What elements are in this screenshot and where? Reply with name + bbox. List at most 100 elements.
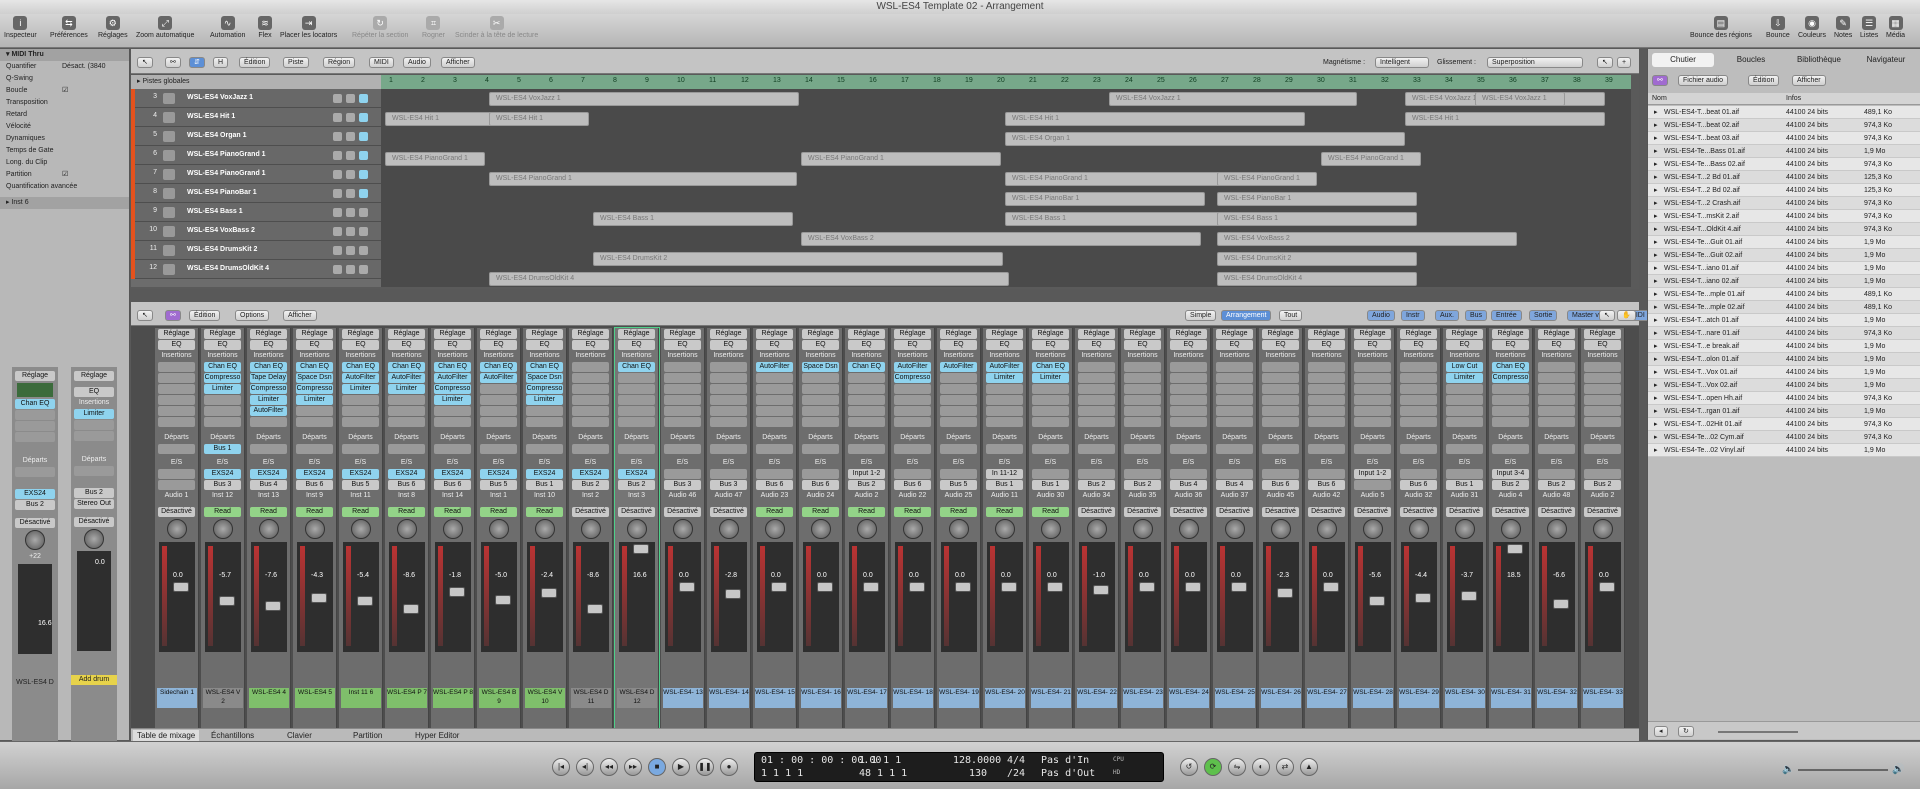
channel-automation[interactable]: Désactivé bbox=[618, 507, 655, 517]
channel-automation[interactable]: Read bbox=[526, 507, 563, 517]
track-header[interactable]: 5 WSL-ES4 Organ 1 bbox=[131, 127, 381, 146]
track-mute-button[interactable] bbox=[333, 151, 342, 160]
bin-file-row[interactable]: ▸ WSL-ES4-Te...Guit 01.aif 44100 24 bits 1,… bbox=[1648, 236, 1920, 249]
channel-input-empty[interactable] bbox=[1538, 469, 1575, 479]
channel-insert-empty[interactable] bbox=[1492, 384, 1529, 394]
channel-eq-button[interactable]: EQ bbox=[940, 340, 977, 350]
file-disclosure-icon[interactable]: ▸ bbox=[1654, 340, 1658, 353]
lists-button[interactable]: ☰ Listes bbox=[1860, 16, 1878, 39]
channel-insert-empty[interactable] bbox=[1124, 406, 1161, 416]
channel-input-empty[interactable] bbox=[940, 469, 977, 479]
bin-file-row[interactable]: ▸ WSL-ES4-T...iano 02.aif 44100 24 bits 1,9… bbox=[1648, 275, 1920, 288]
channel-setting-button[interactable]: Réglage bbox=[802, 329, 839, 339]
track-record-button[interactable] bbox=[359, 170, 368, 179]
channel-insert-empty[interactable] bbox=[388, 406, 425, 416]
channel-pan-knob[interactable] bbox=[212, 519, 233, 539]
channel-insert-empty[interactable] bbox=[1262, 395, 1299, 405]
channel-automation[interactable]: Désactivé bbox=[664, 507, 701, 517]
channel-output[interactable]: Bus 2 bbox=[1492, 480, 1529, 490]
channel-insert[interactable]: Space Dsn bbox=[526, 373, 563, 383]
channel-insert[interactable]: Compresso bbox=[296, 384, 333, 394]
channel-fader[interactable]: -3.7 bbox=[1447, 542, 1483, 652]
channel-input-empty[interactable] bbox=[1170, 469, 1207, 479]
channel-fader-cap[interactable] bbox=[817, 582, 833, 592]
channel-fader[interactable]: -2.4 bbox=[527, 542, 563, 652]
channel-fader-cap[interactable] bbox=[541, 588, 557, 598]
channel-name[interactable]: WSL-ES4- 13 bbox=[663, 688, 703, 708]
channel-name[interactable]: WSL-ES4- 23 bbox=[1123, 688, 1163, 708]
mixer-menu-edit[interactable]: Édition bbox=[189, 310, 221, 321]
channel-name[interactable]: WSL-ES4- 27 bbox=[1307, 688, 1347, 708]
track-mute-button[interactable] bbox=[333, 246, 342, 255]
channel-insert-empty[interactable] bbox=[572, 395, 609, 405]
channel-insert[interactable]: Chan EQ bbox=[342, 362, 379, 372]
region[interactable]: WSL-ES4 VoxJazz 1 bbox=[1475, 92, 1565, 106]
channel-eq-button[interactable]: EQ bbox=[296, 340, 333, 350]
channel-input-empty[interactable] bbox=[1216, 469, 1253, 479]
channel-insert-empty[interactable] bbox=[1078, 406, 1115, 416]
channel-insert-empty[interactable] bbox=[848, 417, 885, 427]
region[interactable]: WSL-ES4 VoxBass 2 bbox=[1217, 232, 1517, 246]
channel-insert-empty[interactable] bbox=[1262, 417, 1299, 427]
channel-insert-empty[interactable] bbox=[1538, 395, 1575, 405]
track-solo-button[interactable] bbox=[346, 151, 355, 160]
channel-insert-empty[interactable] bbox=[1170, 395, 1207, 405]
menu-audio[interactable]: Audio bbox=[403, 57, 431, 68]
timeline-ruler[interactable]: 1 2 3 4 5 6 7 8 9 10 11 12 13 14 15 16 17 18 19 20 21 22 23 24 2… bbox=[381, 75, 1631, 89]
channel-name[interactable]: WSL-ES4- 28 bbox=[1353, 688, 1393, 708]
region[interactable]: WSL-ES4 Hit 1 bbox=[385, 112, 505, 126]
channel-insert-empty[interactable] bbox=[664, 417, 701, 427]
channel-setting-button[interactable]: Réglage bbox=[1216, 329, 1253, 339]
channel-input[interactable]: EXS24 bbox=[204, 469, 241, 479]
channel-insert-empty[interactable] bbox=[342, 417, 379, 427]
channel-send-empty[interactable] bbox=[434, 444, 471, 454]
region[interactable]: WSL-ES4 PianoBar 1 bbox=[1217, 192, 1417, 206]
channel-insert-empty[interactable] bbox=[756, 373, 793, 383]
track-solo-button[interactable] bbox=[346, 94, 355, 103]
channel-insert-empty[interactable] bbox=[1400, 395, 1437, 405]
channel-insert-empty[interactable] bbox=[940, 417, 977, 427]
channel-automation[interactable]: Désactivé bbox=[1400, 507, 1437, 517]
channel-insert-empty[interactable] bbox=[986, 406, 1023, 416]
channel-output[interactable]: Bus 4 bbox=[1170, 480, 1207, 490]
col-name[interactable]: Nom bbox=[1652, 93, 1667, 105]
file-disclosure-icon[interactable]: ▸ bbox=[1654, 392, 1658, 405]
channel-eq-button[interactable]: EQ bbox=[1400, 340, 1437, 350]
strip1-eq-display[interactable] bbox=[17, 383, 53, 397]
channel-fader-cap[interactable] bbox=[1323, 582, 1339, 592]
channel-automation[interactable]: Désactivé bbox=[572, 507, 609, 517]
channel-send-empty[interactable] bbox=[1354, 444, 1391, 454]
region[interactable]: WSL-ES4 Bass 1 bbox=[1217, 212, 1417, 226]
track-record-button[interactable] bbox=[359, 227, 368, 236]
channel-send-empty[interactable] bbox=[1492, 444, 1529, 454]
bin-file-row[interactable]: ▸ WSL-ES4-Te...mple 01.aif 44100 24 bits 48… bbox=[1648, 288, 1920, 301]
bin-file-row[interactable]: ▸ WSL-ES4-Te...Guit 02.aif 44100 24 bits 1,… bbox=[1648, 249, 1920, 262]
channel-insert[interactable]: AutoFilter bbox=[250, 406, 287, 416]
param-value[interactable]: Désact. (3840 bbox=[62, 61, 106, 73]
channel-send-empty[interactable] bbox=[480, 444, 517, 454]
channel-setting-button[interactable]: Réglage bbox=[1308, 329, 1345, 339]
channel-fader[interactable]: 0.0 bbox=[987, 542, 1023, 652]
region[interactable]: WSL-ES4 VoxJazz 1 bbox=[489, 92, 799, 106]
channel-eq-button[interactable]: EQ bbox=[1262, 340, 1299, 350]
strip2-input[interactable]: Bus 2 bbox=[74, 488, 114, 498]
channel-output[interactable]: Bus 6 bbox=[894, 480, 931, 490]
channel-name[interactable]: WSL-ES4- 25 bbox=[1215, 688, 1255, 708]
record-icon[interactable]: ● bbox=[720, 758, 738, 776]
add-icon[interactable]: + bbox=[1617, 57, 1632, 68]
channel-insert-empty[interactable] bbox=[1078, 373, 1115, 383]
channel-insert-empty[interactable] bbox=[802, 395, 839, 405]
channel-insert-empty[interactable] bbox=[1538, 373, 1575, 383]
channel-insert-empty[interactable] bbox=[296, 406, 333, 416]
channel-automation[interactable]: Read bbox=[940, 507, 977, 517]
channel-setting-button[interactable]: Réglage bbox=[388, 329, 425, 339]
channel-insert-empty[interactable] bbox=[480, 384, 517, 394]
channel-insert-empty[interactable] bbox=[940, 373, 977, 383]
channel-input[interactable]: EXS24 bbox=[480, 469, 517, 479]
bin-menu-audio-file[interactable]: Fichier audio bbox=[1678, 75, 1729, 86]
bin-file-row[interactable]: ▸ WSL-ES4-T...beat 02.aif 44100 24 bits 974… bbox=[1648, 119, 1920, 132]
channel-eq-button[interactable]: EQ bbox=[342, 340, 379, 350]
channel-insert-empty[interactable] bbox=[1124, 384, 1161, 394]
channel-output[interactable]: Bus 5 bbox=[940, 480, 977, 490]
channel-insert[interactable]: AutoFilter bbox=[756, 362, 793, 372]
